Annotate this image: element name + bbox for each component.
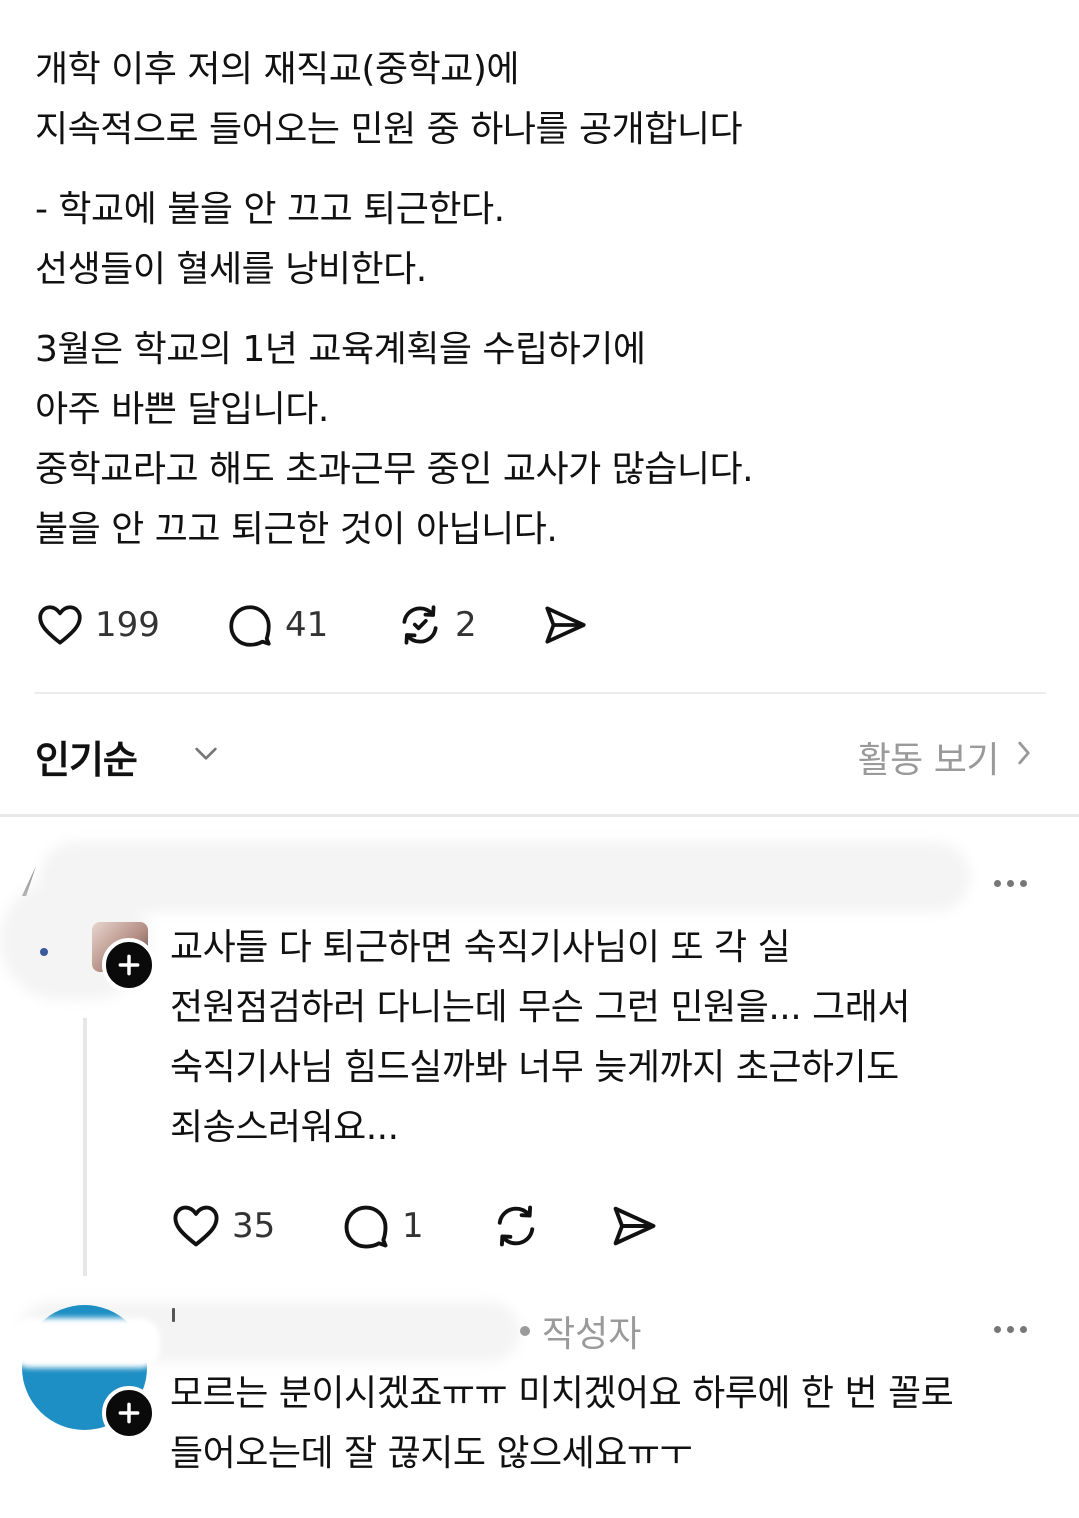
comment-line: 전원점검하러 다니는데 무슨 그런 민원을... 그래서 [170, 987, 910, 1028]
share-button[interactable] [540, 600, 590, 650]
post-actions: 199 41 2 [35, 600, 590, 650]
follow-button[interactable] [102, 938, 156, 992]
redacted-username [40, 842, 970, 912]
divider [35, 692, 1046, 694]
author-label: 작성자 [542, 1314, 642, 1355]
comment-icon [225, 600, 275, 650]
share-icon [540, 600, 590, 650]
dot-separator [520, 1326, 530, 1336]
comment-line: 교사들 다 퇴근하면 숙직기사님이 또 각 실 [170, 927, 791, 968]
more-menu-button[interactable] [994, 1326, 1027, 1333]
share-button[interactable] [608, 1200, 660, 1252]
author-badge: 작성자 [520, 1305, 641, 1357]
comment-line: 죄송스러워요... [170, 1107, 399, 1148]
post-line: 불을 안 끄고 퇴근한 것이 아닙니다. [35, 509, 558, 550]
sort-bar: 인기순 활동 보기 [35, 725, 1035, 785]
post-line: 선생들이 혈세를 낭비한다. [35, 249, 427, 290]
post-line: 3월은 학교의 1년 교육계획을 수립하기에 [35, 329, 646, 370]
like-count: 35 [232, 1206, 276, 1246]
reply-button[interactable]: 41 [225, 600, 395, 650]
reply-count: 41 [285, 605, 329, 645]
avatar [40, 948, 48, 956]
repost-icon [490, 1200, 542, 1252]
repost-button[interactable] [490, 1200, 608, 1252]
more-icon [994, 880, 1001, 887]
sort-dropdown[interactable]: 인기순 [35, 729, 138, 784]
post-paragraph: 3월은 학교의 1년 교육계획을 수립하기에 아주 바쁜 달입니다. 중학교라고… [35, 320, 1045, 560]
share-icon [608, 1200, 660, 1252]
reply-count: 1 [402, 1206, 424, 1246]
post-line: 아주 바쁜 달입니다. [35, 389, 329, 430]
repost-count: 2 [455, 605, 477, 645]
post-line: 중학교라고 해도 초과근무 중인 교사가 많습니다. [35, 449, 754, 490]
post-line: 개학 이후 저의 재직교(중학교)에 [35, 49, 519, 90]
repost-icon [395, 600, 445, 650]
chevron-down-icon[interactable] [190, 737, 222, 773]
repost-button[interactable]: 2 [395, 600, 540, 650]
post-paragraph: 개학 이후 저의 재직교(중학교)에 지속적으로 들어오는 민원 중 하나를 공… [35, 40, 1045, 160]
plus-icon [116, 952, 142, 978]
comment-line: 숙직기사님 힘드실까봐 너무 늦게까지 초근하기도 [170, 1047, 899, 1088]
follow-button[interactable] [102, 1386, 156, 1440]
comment-icon [340, 1200, 392, 1252]
plus-icon [116, 1400, 142, 1426]
heart-icon [35, 600, 85, 650]
comment-line: 들어오는데 잘 끊지도 않으세요ㅠㅜ [170, 1433, 693, 1474]
redacted-avatar [10, 1318, 160, 1368]
comment-line: 모르는 분이시겠죠ㅠㅠ 미치겠어요 하루에 한 번 꼴로 [170, 1373, 954, 1414]
reply-button[interactable]: 1 [340, 1200, 490, 1252]
post-paragraph: - 학교에 불을 안 끄고 퇴근한다. 선생들이 혈세를 낭비한다. [35, 180, 1045, 300]
like-button[interactable]: 199 [35, 600, 225, 650]
post-line: - 학교에 불을 안 끄고 퇴근한다. [35, 189, 505, 230]
chevron-right-icon [999, 736, 1035, 779]
view-activity-link[interactable]: 활동 보기 [858, 731, 1035, 783]
like-count: 199 [95, 605, 160, 645]
more-icon [994, 1326, 1001, 1333]
post-line: 지속적으로 들어오는 민원 중 하나를 공개합니다 [35, 109, 743, 150]
view-activity-label: 활동 보기 [857, 740, 1000, 781]
comment-text: 교사들 다 퇴근하면 숙직기사님이 또 각 실 전원점검하러 다니는데 무슨 그… [170, 918, 910, 1158]
more-menu-button[interactable] [994, 880, 1027, 887]
heart-icon [170, 1200, 222, 1252]
like-button[interactable]: 35 [170, 1200, 340, 1252]
post-body: 개학 이후 저의 재직교(중학교)에 지속적으로 들어오는 민원 중 하나를 공… [35, 40, 1045, 580]
comment-actions: 35 1 [170, 1200, 660, 1252]
avatar [172, 1308, 175, 1322]
comment-text: 모르는 분이시겠죠ㅠㅠ 미치겠어요 하루에 한 번 꼴로 들어오는데 잘 끊지도… [170, 1364, 954, 1484]
thread-line [83, 1018, 87, 1276]
section-divider [0, 814, 1079, 817]
